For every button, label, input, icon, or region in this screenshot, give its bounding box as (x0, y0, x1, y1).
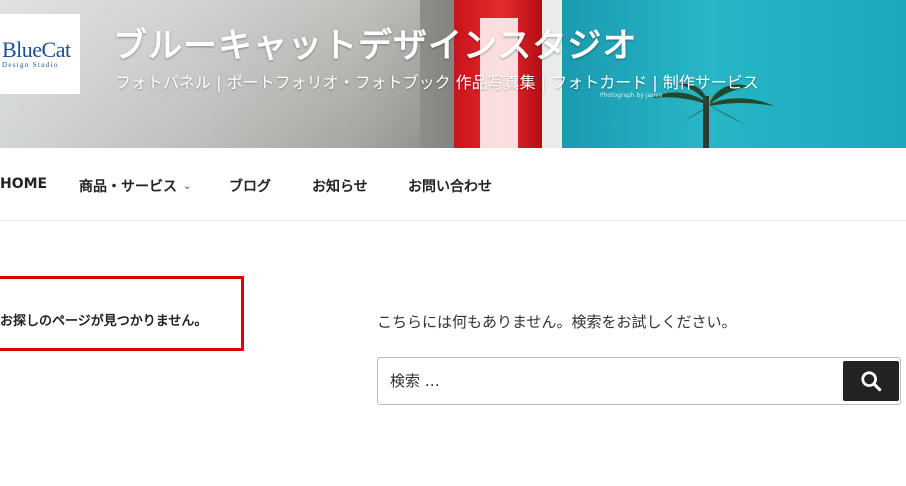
search-form (377, 357, 901, 405)
search-button[interactable] (843, 361, 899, 401)
nav-item-label: お問い合わせ (408, 179, 492, 195)
nav-item-label: お知らせ (312, 179, 368, 195)
nav-item-contact[interactable]: お問い合わせ (408, 176, 492, 196)
chevron-down-icon[interactable]: ⌄ (183, 181, 191, 192)
site-tagline: フォトパネル | ポートフォリオ・フォトブック 作品写真集 | フォトカード |… (115, 73, 759, 92)
nav-item-label: 商品・サービス (79, 179, 177, 195)
nav-item-label: ブログ (229, 179, 271, 195)
nav-item-news[interactable]: お知らせ (312, 176, 368, 196)
photo-credit: Photograph by jamie (600, 92, 663, 99)
page-title: お探しのページが見つかりません。 (0, 314, 208, 329)
not-found-message: こちらには何もありません。検索をお試しください。 (377, 313, 737, 331)
nav-item-blog[interactable]: ブログ (229, 176, 271, 196)
search-input[interactable] (378, 358, 838, 404)
search-icon (861, 371, 882, 392)
logo-subtitle: Design Studio (2, 61, 59, 69)
site-logo[interactable]: BlueCat Design Studio (0, 14, 80, 94)
nav-item-home[interactable]: HOME (0, 176, 47, 192)
main-navigation: HOME 商品・サービス ⌄ ブログ お知らせ お問い合わせ (0, 148, 906, 221)
nav-item-label: HOME (0, 176, 48, 192)
logo-wordmark: BlueCat (2, 37, 71, 62)
site-header: Photograph by jamie BlueCat Design Studi… (0, 0, 906, 148)
site-title[interactable]: ブルーキャットデザインスタジオ (113, 18, 637, 67)
nav-item-products-services[interactable]: 商品・サービス ⌄ (79, 176, 191, 196)
